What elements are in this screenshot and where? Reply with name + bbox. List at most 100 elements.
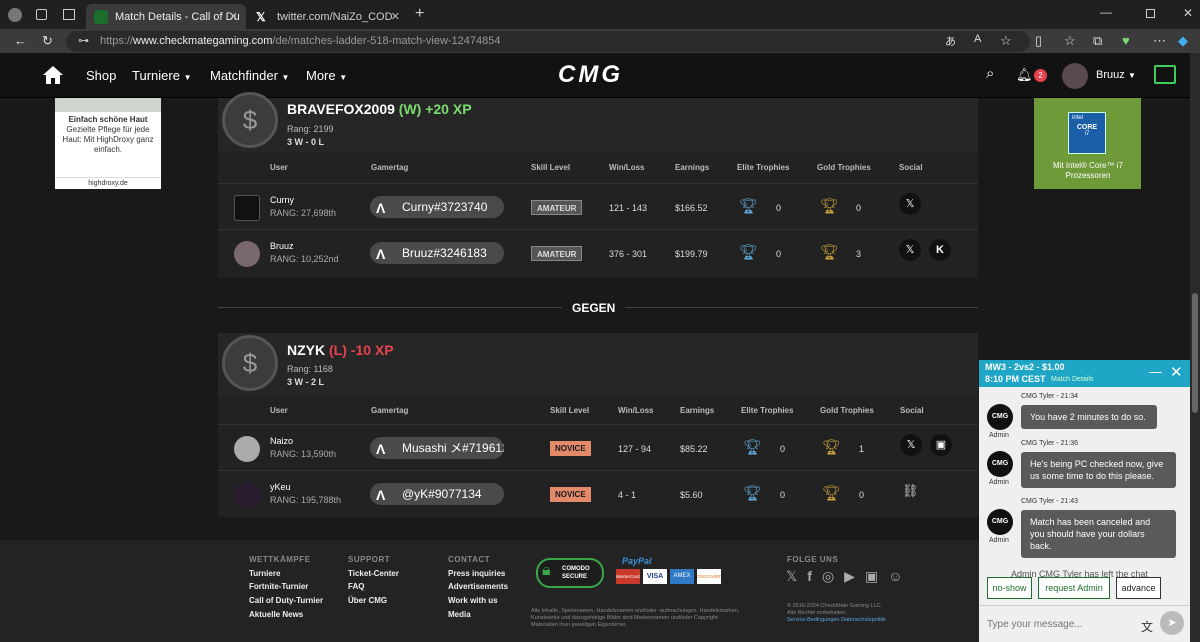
chat-toggle-icon[interactable] xyxy=(1154,65,1176,84)
instagram-icon[interactable]: ◎ xyxy=(822,568,834,585)
request-admin-button[interactable]: request Admin xyxy=(1038,577,1110,599)
team-record: 3 W - 0 L xyxy=(287,137,325,147)
nav-turniere[interactable]: Turniere ▼ xyxy=(132,68,191,83)
reload-icon[interactable]: ↻ xyxy=(42,33,53,49)
scrollbar-thumb[interactable] xyxy=(1192,293,1198,413)
url-path: /de/matches-ladder-518-match-view-124748… xyxy=(272,35,501,47)
translate-icon[interactable]: 文 xyxy=(1141,618,1153,635)
footer-link[interactable]: Press inquiries xyxy=(448,569,505,578)
message-meta: CMG Tyler - 21:34 xyxy=(1021,393,1079,400)
advance-button[interactable]: advance xyxy=(1116,577,1161,599)
player-name[interactable]: yKeu xyxy=(270,482,291,492)
cmg-logo[interactable]: CMG xyxy=(558,61,623,89)
avatar[interactable] xyxy=(234,241,260,267)
minimize-icon[interactable]: — xyxy=(1100,5,1112,19)
text-size-icon[interactable]: A xyxy=(974,33,981,45)
chat-header[interactable]: MW3 - 2vs2 - $1.00 8:10 PM CEST Match De… xyxy=(979,360,1191,387)
dollar-icon: $ xyxy=(222,92,278,148)
home-icon[interactable] xyxy=(42,65,64,85)
skill-badge: NOVICE xyxy=(550,441,591,456)
comodo-secure-badge: 🔒︎ COMODO SECURE xyxy=(536,558,604,588)
discord-icon[interactable]: ☺ xyxy=(888,568,902,585)
win-loss: 127 - 94 xyxy=(618,444,652,454)
collections-toolbar-icon[interactable]: ⧉ xyxy=(1093,33,1102,49)
avatar[interactable] xyxy=(234,195,260,221)
split-screen-icon[interactable]: ▯ xyxy=(1035,33,1042,49)
extension-icon[interactable]: ♥ xyxy=(1122,33,1130,48)
message-role: Admin xyxy=(989,479,1009,486)
player-name[interactable]: Bruuz xyxy=(270,241,294,251)
close-chat-icon[interactable]: ✕ xyxy=(1170,363,1183,381)
twitter-icon[interactable]: 𝕏 xyxy=(786,568,797,585)
cmg-avatar: CMG xyxy=(987,404,1013,430)
youtube-icon[interactable]: ▶ xyxy=(844,568,855,585)
facebook-icon[interactable]: f xyxy=(807,568,812,585)
ad-banner-left[interactable]: Einfach schöne Haut Gezielte Pflege für … xyxy=(55,98,161,189)
tab-twitter[interactable]: 𝕏 twitter.com/NaiZo_COD ✕ xyxy=(248,4,408,29)
twitter-icon[interactable]: 𝕏 xyxy=(899,193,921,215)
skill-badge: NOVICE xyxy=(550,487,591,502)
more-menu-icon[interactable]: ⋯ xyxy=(1153,33,1166,49)
policy-links[interactable]: Service-Bedingungen Datenschutzpolitik xyxy=(787,617,886,624)
favorites-icon[interactable]: ☆ xyxy=(1064,33,1076,49)
site-info-icon[interactable]: ⊶ xyxy=(78,31,89,52)
twitch-icon[interactable]: ▣ xyxy=(865,568,878,585)
scrollbar[interactable] xyxy=(1190,53,1200,642)
chat-time: 8:10 PM CEST xyxy=(985,374,1046,384)
twitter-icon[interactable]: 𝕏 xyxy=(899,239,921,261)
collections-icon[interactable] xyxy=(36,9,47,20)
ad-text: Mit Intel® Core™ i7 Prozessoren xyxy=(1053,161,1123,180)
bell-icon[interactable]: 🔔︎ xyxy=(1016,67,1033,83)
gamertag: Musashi メ#7196123 xyxy=(402,441,504,455)
username[interactable]: Bruuz xyxy=(1096,69,1125,81)
user-avatar[interactable] xyxy=(1062,63,1088,89)
no-show-button[interactable]: no-show xyxy=(987,577,1032,599)
table-row: Curny RANG: 27,698th Λ Curny#3723740 AMAT… xyxy=(218,183,978,229)
close-tab-icon[interactable]: ✕ xyxy=(391,10,400,23)
nav-more[interactable]: More ▼ xyxy=(306,68,347,83)
search-icon[interactable]: ⌕ xyxy=(986,65,994,82)
footer-link[interactable]: Ticket-Center xyxy=(348,569,399,578)
copilot-icon[interactable]: ◆ xyxy=(1178,33,1188,49)
address-bar[interactable]: ⊶ https://www.checkmategaming.com/de/mat… xyxy=(66,31,1030,52)
kick-icon[interactable]: K xyxy=(929,239,951,261)
nav-matchfinder[interactable]: Matchfinder ▼ xyxy=(210,68,289,83)
footer-link[interactable]: Fortnite-Turnier xyxy=(249,582,308,591)
footer-link[interactable]: Advertisements xyxy=(448,582,508,591)
tab-match-details[interactable]: Match Details - Call of Duty: Mod ✕ xyxy=(86,4,246,29)
avatar[interactable] xyxy=(234,436,260,462)
win-loss: 376 - 301 xyxy=(609,249,648,259)
profile-icon[interactable] xyxy=(8,8,22,22)
footer-link[interactable]: Call of Duty-Turnier xyxy=(249,596,323,605)
team-name[interactable]: BRAVEFOX2009 xyxy=(287,101,395,117)
discover-icon: DISCOVER xyxy=(697,569,721,584)
match-details-link[interactable]: Match Details xyxy=(1051,376,1093,383)
favorite-star-icon[interactable]: ☆ xyxy=(1000,33,1012,49)
send-button[interactable]: ➤ xyxy=(1160,611,1184,635)
footer-link[interactable]: Media xyxy=(448,610,471,619)
back-icon[interactable]: ← xyxy=(14,33,27,48)
tab-actions-icon[interactable] xyxy=(63,9,75,20)
avatar[interactable] xyxy=(234,482,260,508)
chevron-down-icon[interactable]: ▼ xyxy=(1128,71,1136,80)
footer-link[interactable]: Über CMG xyxy=(348,596,387,605)
twitch-icon[interactable]: ▣ xyxy=(930,434,952,456)
ad-banner-right[interactable]: intel CORE i7 Mit Intel® Core™ i7 Prozes… xyxy=(1034,98,1141,189)
nav-shop[interactable]: Shop xyxy=(86,68,116,83)
minimize-chat-icon[interactable]: — xyxy=(1149,364,1162,379)
window-close-icon[interactable]: ✕ xyxy=(1183,6,1193,20)
player-name[interactable]: Curny xyxy=(270,195,294,205)
twitter-icon[interactable]: 𝕏 xyxy=(900,434,922,456)
new-tab-icon[interactable]: + xyxy=(415,5,424,23)
read-aloud-icon[interactable]: あ xyxy=(945,33,956,49)
ad-title: Einfach schöne Haut xyxy=(68,115,148,124)
player-name[interactable]: Naizo xyxy=(270,436,293,446)
footer-link[interactable]: Turniere xyxy=(249,569,280,578)
footer-link[interactable]: Aktuelle News xyxy=(249,610,303,619)
team-name[interactable]: NZYK xyxy=(287,342,325,358)
footer-link[interactable]: Work with us xyxy=(448,596,498,605)
elite-trophy-icon: 🏆︎ xyxy=(739,244,759,261)
footer-link[interactable]: FAQ xyxy=(348,582,364,591)
close-tab-icon[interactable]: ✕ xyxy=(229,10,238,23)
restore-icon[interactable] xyxy=(1146,9,1155,18)
